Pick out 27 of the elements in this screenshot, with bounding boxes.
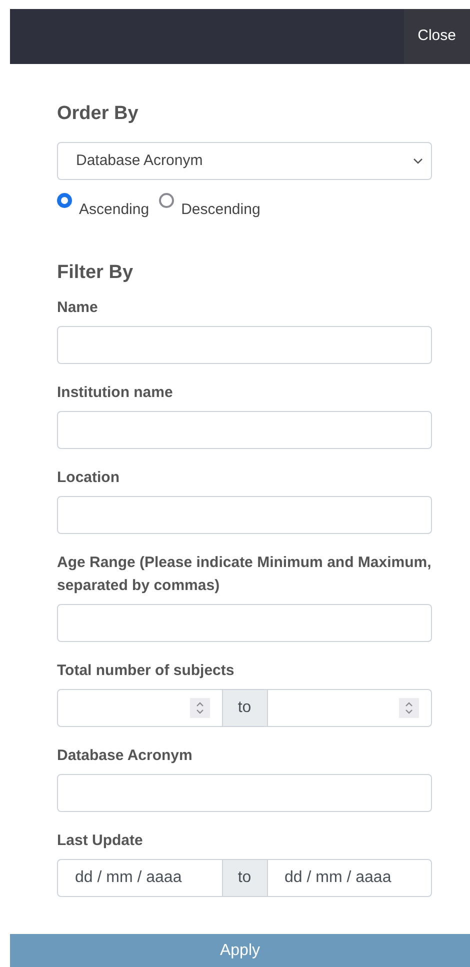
close-button[interactable]: Close: [404, 9, 470, 64]
date-field[interactable]: dd / mm / aaaa: [57, 858, 222, 896]
number-field[interactable]: [266, 688, 432, 726]
number-field[interactable]: [57, 688, 222, 726]
text-field[interactable]: [57, 774, 432, 812]
text-field[interactable]: [57, 604, 432, 642]
stepper-icon[interactable]: [190, 698, 210, 718]
section-title: Order By: [57, 102, 140, 126]
order-select[interactable]: Database Acronym: [57, 142, 432, 180]
field-label: Last Update: [57, 830, 144, 850]
field-label: Location: [57, 468, 120, 488]
field-label: Name: [57, 298, 99, 318]
date-field[interactable]: dd / mm / aaaa: [266, 858, 432, 896]
field-label: Database Acronym: [57, 746, 194, 766]
text-field[interactable]: [57, 326, 432, 364]
text-field[interactable]: [57, 410, 432, 448]
field-label: Total number of subjects: [57, 660, 236, 680]
chevron-down-icon: [413, 158, 423, 164]
radio-option[interactable]: Descending: [159, 193, 260, 222]
text-field[interactable]: [57, 496, 432, 534]
section-title: Filter By: [57, 260, 134, 284]
range-separator: to: [222, 858, 266, 896]
field-label: Institution name: [57, 382, 174, 402]
field-label: Age Range (Please indicate Minimum and Maximum, separated by commas): [57, 552, 432, 596]
range-separator: to: [222, 688, 266, 726]
radio-option[interactable]: Ascending: [57, 193, 150, 222]
stepper-icon[interactable]: [399, 698, 419, 718]
